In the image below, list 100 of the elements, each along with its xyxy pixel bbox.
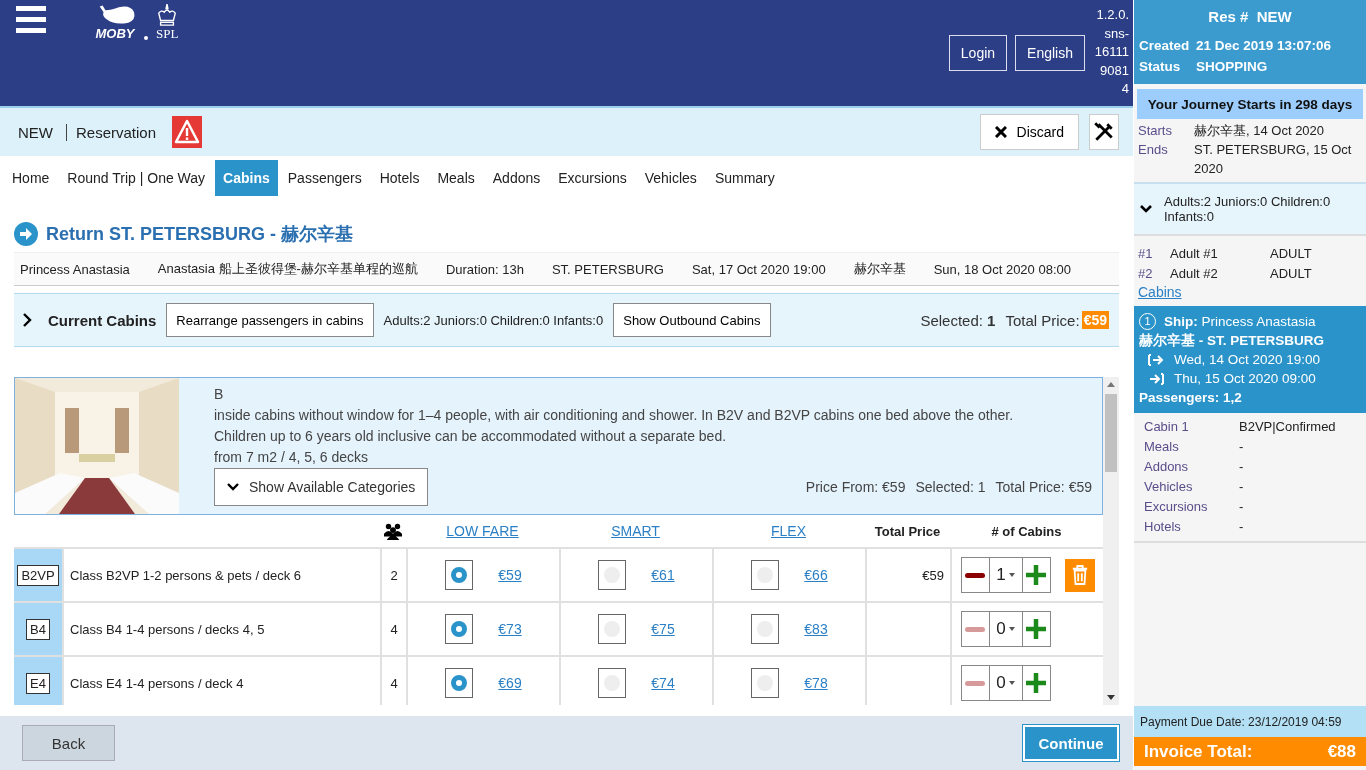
selected-count: Selected: 1 bbox=[920, 311, 996, 329]
fare-price-link[interactable]: €74 bbox=[651, 675, 675, 691]
service-label: Meals bbox=[1144, 438, 1180, 456]
capacity: 4 bbox=[390, 675, 398, 691]
tools-icon bbox=[1093, 121, 1115, 143]
trip-title: Return ST. PETERSBURG - 赫尔辛基 bbox=[46, 223, 354, 246]
fare-price-link[interactable]: €69 bbox=[498, 675, 522, 691]
arrival-time: Thu, 15 Oct 2020 09:00 bbox=[1174, 370, 1316, 388]
fare-price-link[interactable]: €61 bbox=[651, 567, 675, 583]
total-price: Total Price: €59 bbox=[995, 477, 1092, 497]
close-icon bbox=[994, 126, 1007, 138]
nav-tab[interactable]: Addons bbox=[484, 160, 549, 196]
show-categories-button[interactable]: Show Available Categories bbox=[214, 468, 429, 506]
language-button[interactable]: English bbox=[1015, 35, 1085, 71]
caret-icon bbox=[1008, 627, 1015, 631]
trip-detail: Princess Anastasia bbox=[20, 261, 130, 277]
trip-detail: Sat, 17 Oct 2020 19:00 bbox=[691, 261, 826, 277]
field-label: Starts bbox=[1138, 122, 1173, 140]
cabin-class: Class B4 1-4 persons / decks 4, 5 bbox=[70, 621, 265, 637]
service-label: Cabin 1 bbox=[1144, 418, 1190, 436]
category-code: B bbox=[214, 385, 225, 404]
service-label: Vehicles bbox=[1144, 478, 1194, 496]
chevron-right-icon[interactable] bbox=[22, 313, 32, 327]
logo-text: MOBY bbox=[95, 26, 135, 41]
service-label: Addons bbox=[1144, 458, 1190, 476]
tools-button[interactable] bbox=[1089, 114, 1119, 150]
reservation-number: Res # NEW bbox=[1207, 8, 1293, 25]
nav-tab[interactable]: Home bbox=[4, 160, 58, 196]
fare-price-link[interactable]: €83 bbox=[804, 621, 828, 637]
warning-icon[interactable] bbox=[172, 116, 203, 148]
capacity: 2 bbox=[390, 567, 398, 583]
nav-tab[interactable]: Vehicles bbox=[636, 160, 705, 196]
scrollbar-thumb[interactable] bbox=[1105, 394, 1117, 472]
field-label: Status bbox=[1139, 58, 1182, 76]
login-button[interactable]: Login bbox=[948, 35, 1008, 71]
route: 赫尔辛基 - ST. PETERSBURG bbox=[1139, 332, 1324, 350]
category-description: from 7 m2 / 4, 5, 6 decks bbox=[214, 448, 370, 467]
nav-tab[interactable]: Summary bbox=[706, 160, 783, 196]
cabin-class: Class B2VP 1-2 persons & pets / deck 6 bbox=[70, 567, 301, 583]
column-header: Total Price bbox=[874, 523, 941, 539]
rearrange-button[interactable]: Rearrange passengers in cabins bbox=[166, 303, 374, 337]
nav-tab[interactable]: Hotels bbox=[371, 160, 428, 196]
cabin-code: B4 bbox=[26, 618, 50, 640]
fare-price-link[interactable]: €73 bbox=[498, 621, 522, 637]
fare-radio[interactable] bbox=[445, 614, 474, 644]
nav-tab[interactable]: Meals bbox=[429, 160, 483, 196]
arrow-circle-icon bbox=[14, 222, 38, 246]
passenger-type: ADULT bbox=[1270, 245, 1312, 263]
passenger-number: #2 bbox=[1138, 265, 1154, 283]
field-label: Ends bbox=[1138, 141, 1169, 159]
fare-price-link[interactable]: €78 bbox=[804, 675, 828, 691]
service-label: Excursions bbox=[1144, 498, 1209, 516]
trip-detail: Anastasia 船上圣彼得堡-赫尔辛基单程的巡航 bbox=[157, 260, 418, 278]
cabin-code: B2VP bbox=[17, 564, 59, 586]
fare-radio[interactable] bbox=[751, 560, 780, 590]
departure-time: Wed, 14 Oct 2020 19:00 bbox=[1174, 351, 1321, 369]
menu-icon[interactable] bbox=[16, 6, 46, 34]
row-total: €59 bbox=[922, 567, 944, 583]
service-value: - bbox=[1239, 438, 1244, 456]
field-value: ST. PETERSBURG, 15 Oct 2020 bbox=[1194, 141, 1353, 178]
scroll-up-icon[interactable] bbox=[1107, 382, 1115, 387]
caret-icon bbox=[1008, 681, 1015, 685]
fare-column-header[interactable]: FLEX bbox=[771, 523, 806, 539]
category-description: inside cabins without window for 1–4 people, with air conditioning and shower. In B2V and B2VP cabins one bed above the other. bbox=[214, 406, 1015, 425]
outbound-cabins-button[interactable]: Show Outbound Cabins bbox=[613, 303, 771, 337]
passenger-counts: Adults:2 Juniors:0 Children:0 Infants:0 bbox=[383, 312, 604, 328]
service-value: - bbox=[1239, 478, 1244, 496]
fare-column-header[interactable]: LOW FARE bbox=[446, 523, 519, 539]
discard-button[interactable]: Discard bbox=[979, 114, 1079, 150]
fare-radio[interactable] bbox=[598, 614, 627, 644]
nav-tab[interactable]: Passengers bbox=[279, 160, 370, 196]
nav-tab[interactable]: Round Trip | One Way bbox=[59, 160, 214, 196]
selected-count: Selected: 1 bbox=[915, 477, 986, 497]
people-icon bbox=[384, 522, 402, 540]
column-header: # of Cabins bbox=[991, 523, 1062, 539]
price-from: Price From: €59 bbox=[805, 477, 906, 497]
cabin-class: Class E4 1-4 persons / deck 4 bbox=[70, 675, 244, 691]
fare-radio[interactable] bbox=[598, 560, 627, 590]
fare-column-header[interactable]: SMART bbox=[611, 523, 660, 539]
service-value: - bbox=[1239, 458, 1244, 476]
chevron-down-icon bbox=[227, 483, 239, 491]
cabins-link[interactable]: Cabins bbox=[1138, 284, 1182, 300]
passenger-number: #1 bbox=[1138, 245, 1154, 263]
fare-radio[interactable] bbox=[445, 668, 474, 698]
plus-icon bbox=[1026, 619, 1046, 639]
fare-radio[interactable] bbox=[598, 668, 627, 698]
fare-radio[interactable] bbox=[751, 614, 780, 644]
trip-detail: 赫尔辛基 bbox=[853, 260, 906, 278]
chevron-down-icon[interactable] bbox=[1140, 205, 1152, 213]
back-button[interactable]: Back bbox=[22, 725, 115, 761]
trip-detail: Sun, 18 Oct 2020 08:00 bbox=[933, 261, 1071, 277]
scroll-down-icon[interactable] bbox=[1107, 695, 1115, 700]
nav-tab[interactable]: Excursions bbox=[550, 160, 635, 196]
fare-radio[interactable] bbox=[751, 668, 780, 698]
reservation-status: SHOPPING bbox=[1196, 58, 1268, 76]
segment-passengers: Passengers: 1,2 bbox=[1139, 389, 1242, 407]
fare-price-link[interactable]: €75 bbox=[651, 621, 675, 637]
fare-price-link[interactable]: €59 bbox=[498, 567, 522, 583]
fare-radio[interactable] bbox=[445, 560, 474, 590]
fare-price-link[interactable]: €66 bbox=[804, 567, 828, 583]
